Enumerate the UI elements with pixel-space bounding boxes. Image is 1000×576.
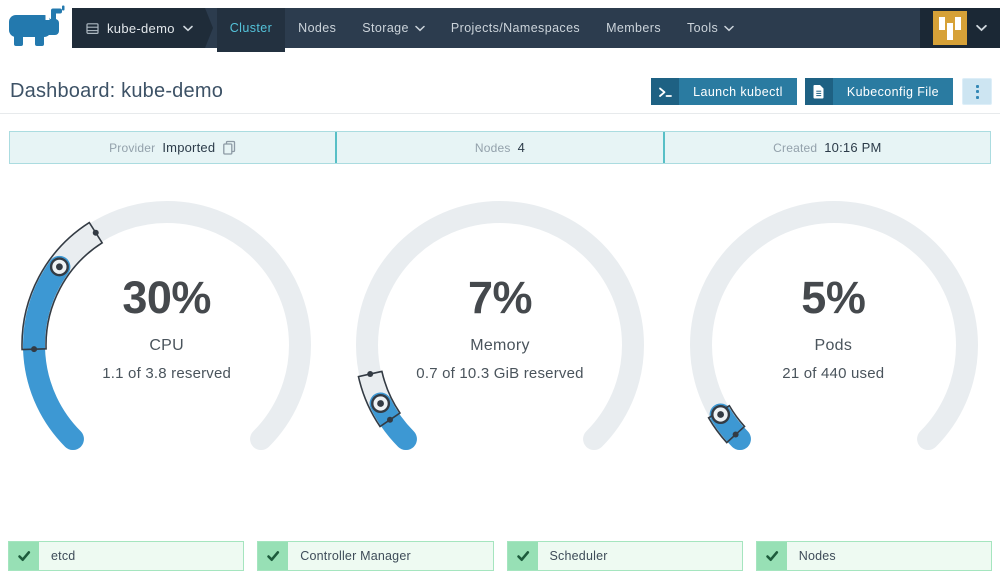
created-value: 10:16 PM xyxy=(824,140,882,155)
pods-percent: 5% xyxy=(801,272,866,323)
check-icon xyxy=(756,542,787,570)
status-scheduler-label: Scheduler xyxy=(549,549,608,563)
component-status-row: etcd Controller Manager Scheduler Nodes xyxy=(0,541,1000,571)
memory-subtitle: 0.7 of 10.3 GiB reserved xyxy=(416,365,584,382)
tab-nodes-label: Nodes xyxy=(298,21,337,35)
cpu-subtitle: 1.1 of 3.8 reserved xyxy=(102,365,232,382)
check-icon xyxy=(9,542,39,570)
pods-title: Pods xyxy=(814,337,853,354)
terminal-icon xyxy=(651,78,680,105)
tab-nodes[interactable]: Nodes xyxy=(285,8,349,48)
memory-gauge: 7% Memory 0.7 of 10.3 GiB reserved xyxy=(333,200,666,472)
check-icon xyxy=(258,542,289,570)
memory-percent: 7% xyxy=(467,272,533,323)
cluster-stack-icon xyxy=(86,22,99,34)
info-provider: Provider Imported xyxy=(10,132,335,163)
tab-members[interactable]: Members xyxy=(593,8,674,48)
nodes-label: Nodes xyxy=(474,140,511,155)
more-actions-button[interactable] xyxy=(962,78,992,105)
info-created: Created 10:16 PM xyxy=(662,132,990,163)
tab-storage[interactable]: Storage xyxy=(349,8,438,48)
kubeconfig-file-label: Kubeconfig File xyxy=(832,78,953,105)
cpu-gauge: 30% CPU 1.1 of 3.8 reserved xyxy=(0,200,333,472)
status-scheduler: Scheduler xyxy=(506,541,743,571)
memory-title: Memory xyxy=(470,337,530,354)
pods-gauge: 5% Pods 21 of 440 used xyxy=(667,200,1000,472)
status-controller-manager: Controller Manager xyxy=(257,541,494,571)
cluster-selector[interactable]: kube-demo xyxy=(72,8,205,48)
tab-tools[interactable]: Tools xyxy=(674,8,747,48)
tab-projects-label: Projects/Namespaces xyxy=(450,21,581,35)
kubeconfig-file-button[interactable]: Kubeconfig File xyxy=(804,78,953,105)
file-icon xyxy=(804,78,833,105)
chevron-down-icon xyxy=(724,25,734,31)
copy-icon[interactable] xyxy=(222,140,236,155)
selector-arrow xyxy=(204,8,213,48)
provider-label: Provider xyxy=(109,140,156,155)
tab-tools-label: Tools xyxy=(686,21,719,35)
status-nodes: Nodes xyxy=(755,541,992,571)
launch-kubectl-button[interactable]: Launch kubectl xyxy=(651,78,797,105)
tab-cluster-label: Cluster xyxy=(229,21,273,35)
cluster-selector-label: kube-demo xyxy=(107,20,175,36)
page-header: Dashboard: kube-demo Launch kubectl Kube… xyxy=(10,78,992,105)
resource-gauges: 30% CPU 1.1 of 3.8 reserved 7% Memory 0.… xyxy=(0,200,1000,472)
rancher-bull-icon xyxy=(9,5,65,46)
chevron-down-icon xyxy=(182,25,193,31)
navbar: kube-demo Cluster Nodes Storage Projects… xyxy=(72,8,1000,48)
tab-storage-label: Storage xyxy=(362,21,409,35)
rancher-logo[interactable] xyxy=(0,0,72,52)
provider-value: Imported xyxy=(162,140,216,155)
status-nodes-label: Nodes xyxy=(798,549,836,563)
cluster-info-bar: Provider Imported Nodes 4 Created 10:16 … xyxy=(9,131,991,164)
check-icon xyxy=(507,542,538,570)
tab-members-label: Members xyxy=(606,21,661,35)
user-menu[interactable] xyxy=(920,8,1000,48)
tab-cluster[interactable]: Cluster xyxy=(216,8,286,48)
status-controller-manager-label: Controller Manager xyxy=(300,549,411,563)
nodes-value: 4 xyxy=(517,140,526,155)
tab-projects-namespaces[interactable]: Projects/Namespaces xyxy=(438,8,593,48)
created-label: Created xyxy=(773,140,818,155)
cpu-percent: 30% xyxy=(122,272,211,323)
status-etcd: etcd xyxy=(8,541,245,571)
status-etcd-label: etcd xyxy=(51,549,76,563)
chevron-down-icon xyxy=(415,25,425,31)
header-divider xyxy=(0,113,1000,114)
info-nodes: Nodes 4 xyxy=(335,132,662,163)
pods-subtitle: 21 of 440 used xyxy=(782,365,885,382)
top-nav: kube-demo Cluster Nodes Storage Projects… xyxy=(0,0,1000,52)
launch-kubectl-label: Launch kubectl xyxy=(679,78,797,105)
page-title: Dashboard: kube-demo xyxy=(10,80,224,102)
user-avatar xyxy=(933,11,967,45)
chevron-down-icon xyxy=(976,24,987,32)
cpu-title: CPU xyxy=(149,337,184,354)
